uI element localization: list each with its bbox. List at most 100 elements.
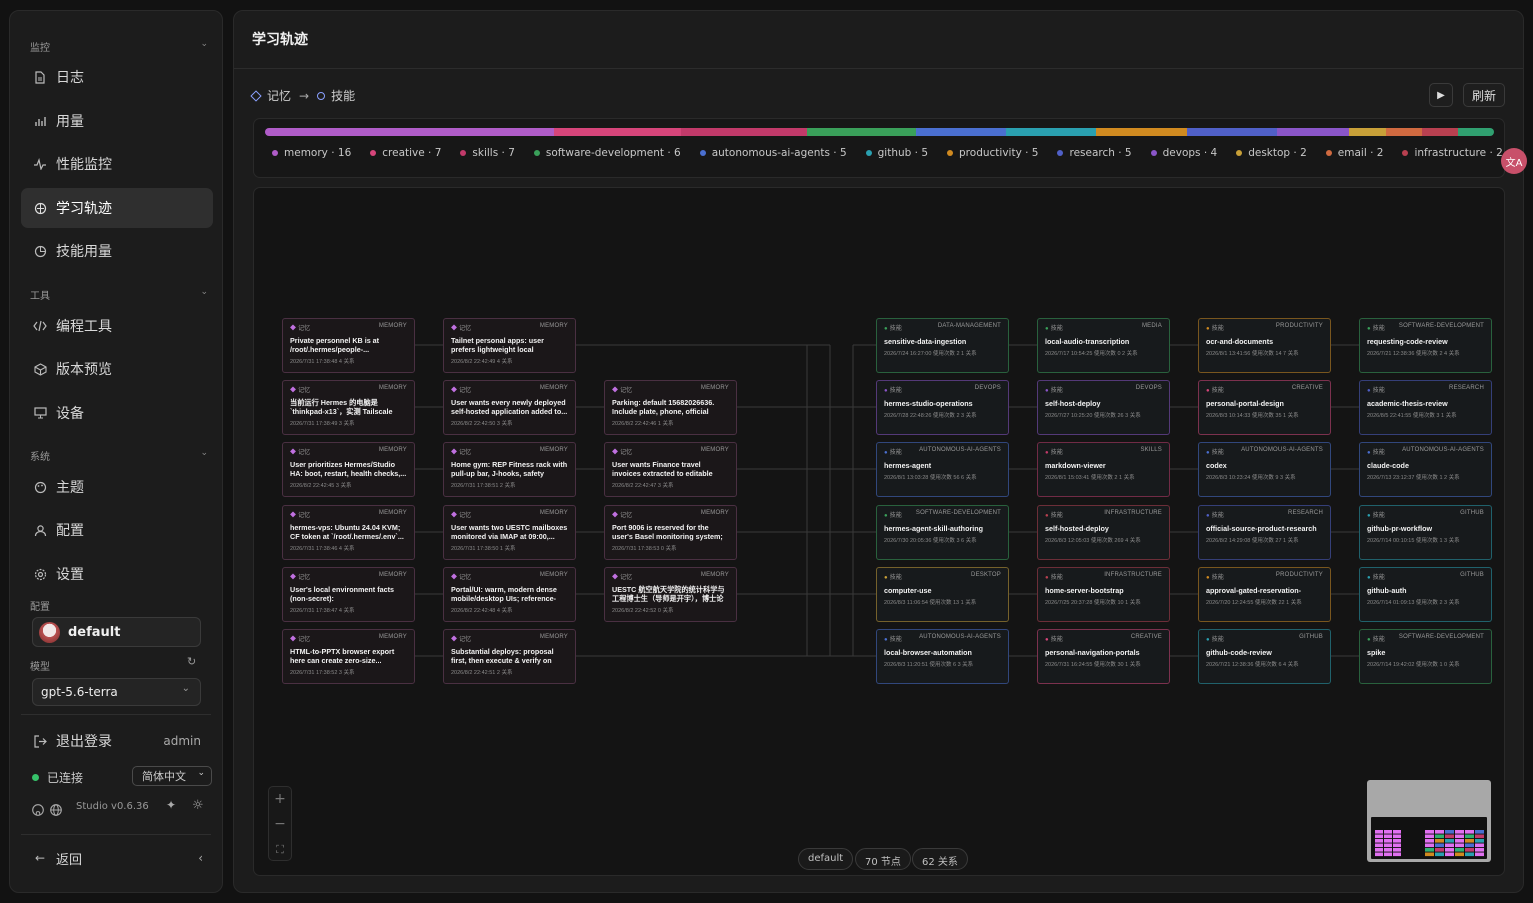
node-header: ● 技能 GITHUB xyxy=(1367,572,1484,581)
memory-node[interactable]: ◆ 记忆 MEMORY Private personnel KB is at /ro… xyxy=(282,318,415,373)
skill-node[interactable]: ● 技能 SOFTWARE-DEVELOPMENT spike 2026/7/14 1… xyxy=(1359,629,1492,684)
legend-label: research · 5 xyxy=(1069,147,1132,159)
sidebar-item-theme[interactable]: 主题 xyxy=(21,467,213,507)
skill-node[interactable]: ● 技能 AUTONOMOUS-AI-AGENTS hermes-agent 2026… xyxy=(876,442,1009,497)
minimap-node xyxy=(1393,834,1401,839)
legend-item[interactable]: github · 5 xyxy=(865,147,928,159)
legend-item[interactable]: infrastructure · 2 xyxy=(1402,147,1503,159)
legend-item[interactable]: devops · 4 xyxy=(1150,147,1217,159)
sidebar-item-usage[interactable]: 用量 xyxy=(21,101,213,141)
skill-node[interactable]: ● 技能 GITHUB github-auth 2026/7/14 01:09:13 … xyxy=(1359,567,1492,622)
sidebar-item-logs[interactable]: 日志 xyxy=(21,57,213,97)
refresh-models-icon[interactable]: ↻ xyxy=(187,655,196,668)
sidebar-item-skill-usage[interactable]: 技能用量 xyxy=(21,231,213,271)
memory-node[interactable]: ◆ 记忆 MEMORY Tailnet personal apps: user pr… xyxy=(443,318,576,373)
section-monitor[interactable]: 监控 xyxy=(30,39,50,54)
legend-item[interactable]: email · 2 xyxy=(1325,147,1383,159)
node-meta: 2026/8/2 22:42:45 3 关系 xyxy=(290,483,352,489)
profile-selector[interactable]: default xyxy=(32,617,201,647)
fit-view-button[interactable]: ⛶ xyxy=(269,837,291,862)
node-tag: ● 技能 xyxy=(1045,450,1064,456)
skill-node[interactable]: ● 技能 AUTONOMOUS-AI-AGENTS codex 2026/8/3 10… xyxy=(1198,442,1331,497)
legend-item[interactable]: desktop · 2 xyxy=(1236,147,1307,159)
memory-node[interactable]: ◆ 记忆 MEMORY HTML-to-PPTX browser export he… xyxy=(282,629,415,684)
node-meta: 2026/8/3 11:20:51 使用次数 6 3 关系 xyxy=(884,662,974,668)
legend-item[interactable]: skills · 7 xyxy=(460,147,515,159)
chevron-down-icon[interactable]: ⌄ xyxy=(200,39,208,49)
zoom-out-button[interactable]: − xyxy=(269,812,291,837)
chevron-down-icon[interactable]: ⌄ xyxy=(200,287,208,297)
node-title: UESTC 航空航天学院的统计科学与工程博士生（导师是开宇），博士论文主题... xyxy=(612,585,725,603)
globe-icon[interactable] xyxy=(50,801,62,820)
legend-item[interactable]: software-development · 6 xyxy=(533,147,681,159)
sidebar-item-devices[interactable]: 设备 xyxy=(21,393,213,433)
skill-node[interactable]: ● 技能 PRODUCTIVITY approval-gated-reservati… xyxy=(1198,567,1331,622)
skill-node[interactable]: ● 技能 DEVOPS hermes-studio-operations 2026/7… xyxy=(876,380,1009,435)
play-button[interactable]: ▶ xyxy=(1429,83,1453,107)
section-tools[interactable]: 工具 xyxy=(30,287,50,302)
memory-node[interactable]: ◆ 记忆 MEMORY User wants every newly deploye… xyxy=(443,380,576,435)
memory-node[interactable]: ◆ 记忆 MEMORY UESTC 航空航天学院的统计科学与工程博士生（导师是开宇）… xyxy=(604,567,737,622)
memory-node[interactable]: ◆ 记忆 MEMORY User wants two UESTC mailboxes… xyxy=(443,505,576,560)
model-select[interactable]: gpt-5.6-terra ⌄ xyxy=(32,678,201,706)
legend-item[interactable]: research · 5 xyxy=(1057,147,1132,159)
memory-node[interactable]: ◆ 记忆 MEMORY User wants Finance travel invo… xyxy=(604,442,737,497)
github-icon[interactable] xyxy=(32,801,44,820)
skill-node[interactable]: ● 技能 CREATIVE personal-navigation-portals 2… xyxy=(1037,629,1170,684)
skill-node[interactable]: ● 技能 RESEARCH academic-thesis-review 2026/8… xyxy=(1359,380,1492,435)
skill-node[interactable]: ● 技能 DEVOPS self-host-deploy 2026/7/27 10:2… xyxy=(1037,380,1170,435)
skill-node[interactable]: ● 技能 PRODUCTIVITY ocr-and-documents 2026/8/… xyxy=(1198,318,1331,373)
sidebar-item-version-preview[interactable]: 版本预览 xyxy=(21,349,213,389)
package-icon xyxy=(33,362,47,376)
zoom-in-button[interactable]: + xyxy=(269,787,291,812)
node-tag: ◆ 记忆 xyxy=(451,637,472,643)
chevron-down-icon[interactable]: ⌄ xyxy=(200,448,208,458)
skill-node[interactable]: ● 技能 DATA-MANAGEMENT sensitive-data-ingest… xyxy=(876,318,1009,373)
node-tag: ● 技能 xyxy=(884,450,903,456)
skill-node[interactable]: ● 技能 DESKTOP computer-use 2026/8/3 11:06:54… xyxy=(876,567,1009,622)
skill-node[interactable]: ● 技能 SOFTWARE-DEVELOPMENT hermes-agent-ski… xyxy=(876,505,1009,560)
node-type: DESKTOP xyxy=(971,572,1001,578)
memory-node[interactable]: ◆ 记忆 MEMORY Portal/UI: warm, modern dense … xyxy=(443,567,576,622)
sidebar-item-coding-tools[interactable]: 编程工具 xyxy=(21,306,213,346)
minimap[interactable] xyxy=(1367,780,1491,862)
skill-node[interactable]: ● 技能 AUTONOMOUS-AI-AGENTS local-browser-au… xyxy=(876,629,1009,684)
skill-node[interactable]: ● 技能 GITHUB github-code-review 2026/7/21 12… xyxy=(1198,629,1331,684)
skill-node[interactable]: ● 技能 INFRASTRUCTURE self-hosted-deploy 2026… xyxy=(1037,505,1170,560)
memory-node[interactable]: ◆ 记忆 MEMORY Home gym: REP Fitness rack wit… xyxy=(443,442,576,497)
language-select[interactable]: 简体中文 ⌄ xyxy=(132,766,212,786)
memory-node[interactable]: ◆ 记忆 MEMORY User prioritizes Hermes/Studio… xyxy=(282,442,415,497)
skill-node[interactable]: ● 技能 RESEARCH official-source-product-rese… xyxy=(1198,505,1331,560)
legend-item[interactable]: autonomous-ai-agents · 5 xyxy=(699,147,847,159)
sidebar-item-config[interactable]: 配置 xyxy=(21,510,213,550)
legend-item[interactable]: memory · 16 xyxy=(272,147,351,159)
legend-item[interactable]: creative · 7 xyxy=(370,147,441,159)
skill-node[interactable]: ● 技能 AUTONOMOUS-AI-AGENTS claude-code 2026/… xyxy=(1359,442,1492,497)
sun-icon[interactable]: ☼ xyxy=(192,798,204,813)
sidebar-item-learning-trace[interactable]: 学习轨迹 xyxy=(21,188,213,228)
memory-node[interactable]: ◆ 记忆 MEMORY User's local environment facts… xyxy=(282,567,415,622)
sparkle-icon[interactable]: ✦ xyxy=(166,798,176,812)
node-title: User's local environment facts (non-secr… xyxy=(290,585,394,603)
sidebar-item-settings[interactable]: 设置 xyxy=(21,554,213,594)
minimap-node xyxy=(1435,848,1444,852)
graph-canvas[interactable]: + − ⛶ default 70 节点 62 关系 ◆ 记忆 MEMORY Priv… xyxy=(253,187,1505,876)
memory-node[interactable]: ◆ 记忆 MEMORY Port 9006 is reserved for the … xyxy=(604,505,737,560)
skill-node[interactable]: ● 技能 SKILLS markdown-viewer 2026/8/1 15:03:… xyxy=(1037,442,1170,497)
back-button[interactable]: ← 返回 ‹ xyxy=(21,838,213,878)
translate-icon[interactable]: 文A xyxy=(1501,148,1527,174)
sidebar-item-performance[interactable]: 性能监控 xyxy=(21,144,213,184)
skill-node[interactable]: ● 技能 GITHUB github-pr-workflow 2026/7/14 00… xyxy=(1359,505,1492,560)
memory-node[interactable]: ◆ 记忆 MEMORY 当前运行 Hermes 的电脑是 `thinkpad-x13… xyxy=(282,380,415,435)
section-system[interactable]: 系统 xyxy=(30,448,50,463)
skill-node[interactable]: ● 技能 MEDIA local-audio-transcription 2026/7… xyxy=(1037,318,1170,373)
refresh-button[interactable]: 刷新 xyxy=(1463,83,1505,107)
memory-node[interactable]: ◆ 记忆 MEMORY Parking: default 15682026636. … xyxy=(604,380,737,435)
memory-node[interactable]: ◆ 记忆 MEMORY Substantial deploys: proposal … xyxy=(443,629,576,684)
skill-node[interactable]: ● 技能 CREATIVE personal-portal-design 2026/8… xyxy=(1198,380,1331,435)
memory-node[interactable]: ◆ 记忆 MEMORY hermes-vps: Ubuntu 24.04 KVM; … xyxy=(282,505,415,560)
skill-node[interactable]: ● 技能 INFRASTRUCTURE home-server-bootstrap 2… xyxy=(1037,567,1170,622)
skill-node[interactable]: ● 技能 SOFTWARE-DEVELOPMENT requesting-code-… xyxy=(1359,318,1492,373)
legend-item[interactable]: productivity · 5 xyxy=(947,147,1038,159)
logout-button[interactable]: 退出登录 admin xyxy=(21,721,213,761)
